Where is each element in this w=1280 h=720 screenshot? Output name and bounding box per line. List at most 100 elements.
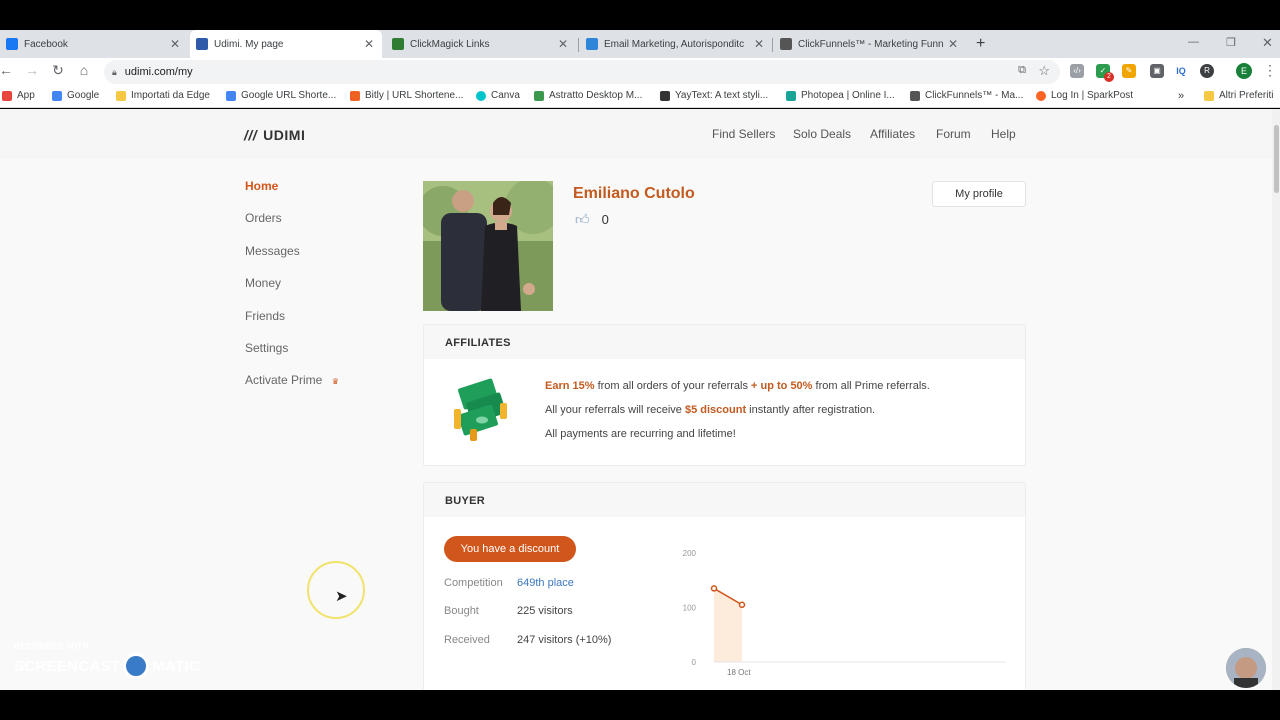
- likes-count: 0: [601, 212, 609, 227]
- bookmark-google-url[interactable]: Google URL Shorte...: [226, 90, 336, 101]
- extension-key-icon[interactable]: ✎: [1122, 64, 1136, 78]
- extension-off-icon[interactable]: ▣: [1150, 64, 1164, 78]
- forward-arrow-icon[interactable]: →: [22, 62, 42, 78]
- bookmark-photopea[interactable]: Photopea | Online I...: [786, 90, 895, 101]
- back-arrow-icon[interactable]: ←: [0, 62, 16, 78]
- udimi-logo[interactable]: /// UDIMI: [244, 127, 305, 143]
- affiliates-card: AFFILIATES Earn 15% from all orders of y…: [423, 324, 1026, 466]
- minimize-icon[interactable]: —: [1188, 36, 1199, 48]
- bookmarks-bar: App Google Importati da Edge Google URL …: [0, 86, 1280, 108]
- affiliates-text: from all orders of your referrals: [594, 380, 752, 392]
- menu-dots-icon[interactable]: ⋮: [1260, 62, 1280, 79]
- watermark-left-text: SCREENCAST: [14, 657, 121, 675]
- bookmark-label: Importati da Edge: [131, 90, 210, 101]
- browser-toolbar: ← → ↻ ⌂ 🔒︎ udimi.com/my ⧉ ☆ ‹/› ✓ 2 ✎ ▣ …: [0, 58, 1280, 86]
- clickmagick-icon: [392, 38, 404, 50]
- translate-icon[interactable]: ⧉: [1018, 64, 1026, 77]
- bookmark-google[interactable]: Google: [52, 90, 99, 101]
- bookmark-bitly[interactable]: Bitly | URL Shortene...: [350, 90, 463, 101]
- discount-button[interactable]: You have a discount: [444, 536, 576, 562]
- chart-y-tick-label: 100: [683, 604, 697, 613]
- nav-help[interactable]: Help: [991, 127, 1016, 141]
- canva-icon: [476, 90, 486, 101]
- bookmark-yaytext[interactable]: YayText: A text styli...: [660, 90, 768, 101]
- udimi-logo-icon: ///: [244, 127, 258, 143]
- sidebar-item-settings[interactable]: Settings: [245, 341, 288, 355]
- address-bar[interactable]: 🔒︎ udimi.com/my ⧉ ☆: [104, 60, 1060, 84]
- tab-facebook[interactable]: Facebook ✕: [0, 30, 188, 58]
- bookmark-label: ClickFunnels™ - Ma...: [925, 90, 1024, 101]
- nav-forum[interactable]: Forum: [936, 127, 971, 141]
- tab-udimi[interactable]: Udimi. My page ✕: [190, 30, 382, 58]
- home-icon[interactable]: ⌂: [74, 62, 94, 78]
- bookmark-astratto[interactable]: Astratto Desktop M...: [534, 90, 642, 101]
- screencast-watermark: RECORDED WITH SCREENCAST MATIC: [14, 642, 200, 679]
- sidebar-item-friends[interactable]: Friends: [245, 309, 285, 323]
- tab-clickfunnels[interactable]: ClickFunnels™ - Marketing Funn ✕: [774, 30, 966, 58]
- sparkpost-flame-icon: [1036, 90, 1046, 101]
- bookmark-altri-preferiti[interactable]: Altri Preferiti: [1204, 90, 1273, 101]
- bookmark-sparkpost[interactable]: Log In | SparkPost: [1036, 90, 1133, 101]
- stat-received-value: 247 visitors (+10%): [517, 634, 612, 646]
- discount-amount-text: $5 discount: [684, 404, 747, 416]
- my-profile-button[interactable]: My profile: [932, 181, 1026, 207]
- affiliates-text: instantly after registration.: [746, 404, 876, 416]
- bookmark-canva[interactable]: Canva: [476, 90, 520, 101]
- site-header: /// UDIMI Find Sellers Solo Deals Affili…: [0, 109, 1280, 159]
- stat-bought-label: Bought: [444, 605, 479, 617]
- sidebar-item-home[interactable]: Home: [245, 179, 278, 193]
- sidebar-item-orders[interactable]: Orders: [245, 211, 282, 225]
- extension-badge: 2: [1104, 72, 1114, 82]
- profile-avatar[interactable]: E: [1236, 63, 1252, 79]
- extension-code-icon[interactable]: ‹/›: [1070, 64, 1084, 78]
- bookmark-label: Bitly | URL Shortene...: [365, 90, 464, 101]
- photopea-icon: [786, 90, 796, 101]
- nav-find-sellers[interactable]: Find Sellers: [712, 127, 775, 141]
- sidebar-item-activate-prime[interactable]: Activate Prime ♛: [245, 373, 339, 387]
- affiliates-line-2: All your referrals will receive $5 disco…: [545, 404, 875, 416]
- money-stack-icon: [450, 375, 520, 450]
- profile-photo-image: [423, 181, 553, 311]
- stat-competition-value[interactable]: 649th place: [517, 577, 574, 589]
- bitly-icon: [350, 90, 360, 101]
- mouse-pointer-icon: ➤: [335, 588, 348, 605]
- sidebar-item-money[interactable]: Money: [245, 276, 281, 290]
- extension-r-icon[interactable]: R: [1200, 64, 1214, 78]
- bookmark-importati[interactable]: Importati da Edge: [116, 90, 210, 101]
- nav-solo-deals[interactable]: Solo Deals: [793, 127, 851, 141]
- bookmarks-overflow-icon[interactable]: »: [1178, 90, 1184, 102]
- close-icon[interactable]: ✕: [752, 37, 766, 51]
- email-icon: [586, 38, 598, 50]
- tab-email-marketing[interactable]: Email Marketing, Autorisponditc ✕: [580, 30, 772, 58]
- watermark-logo: SCREENCAST MATIC: [14, 653, 200, 679]
- likes-counter: 👍︎ 0: [575, 211, 609, 228]
- bookmark-app[interactable]: App: [2, 90, 35, 101]
- sidebar-item-messages[interactable]: Messages: [245, 244, 300, 258]
- tab-clickmagick[interactable]: ClickMagick Links ✕: [386, 30, 576, 58]
- stat-bought-value: 225 visitors: [517, 605, 573, 617]
- folder-icon: [116, 90, 126, 101]
- window-close-icon[interactable]: ✕: [1262, 35, 1273, 51]
- profile-name[interactable]: Emiliano Cutolo: [573, 185, 695, 203]
- close-icon[interactable]: ✕: [168, 37, 182, 51]
- nav-affiliates[interactable]: Affiliates: [870, 127, 915, 141]
- tab-divider: [772, 38, 773, 52]
- reload-icon[interactable]: ↻: [48, 62, 68, 79]
- close-icon[interactable]: ✕: [556, 37, 570, 51]
- affiliates-text: from all Prime referrals.: [812, 380, 930, 392]
- new-tab-button[interactable]: +: [972, 30, 996, 58]
- close-icon[interactable]: ✕: [362, 37, 376, 51]
- restore-icon[interactable]: ❐: [1226, 36, 1236, 49]
- scrollbar-thumb[interactable]: [1274, 125, 1279, 193]
- astratto-icon: [534, 90, 544, 101]
- thumbs-up-icon[interactable]: 👍︎: [575, 211, 590, 228]
- bookmark-label: Google: [67, 90, 100, 101]
- bookmark-clickfunnels[interactable]: ClickFunnels™ - Ma...: [910, 90, 1023, 101]
- page-scrollbar[interactable]: [1272, 109, 1280, 690]
- affiliates-heading: AFFILIATES: [424, 325, 1025, 359]
- extension-iq-icon[interactable]: IQ: [1174, 64, 1188, 78]
- tab-divider: [578, 38, 579, 52]
- bookmark-star-icon[interactable]: ☆: [1038, 63, 1050, 79]
- close-icon[interactable]: ✕: [946, 37, 960, 51]
- bookmark-label: Google URL Shorte...: [241, 90, 337, 101]
